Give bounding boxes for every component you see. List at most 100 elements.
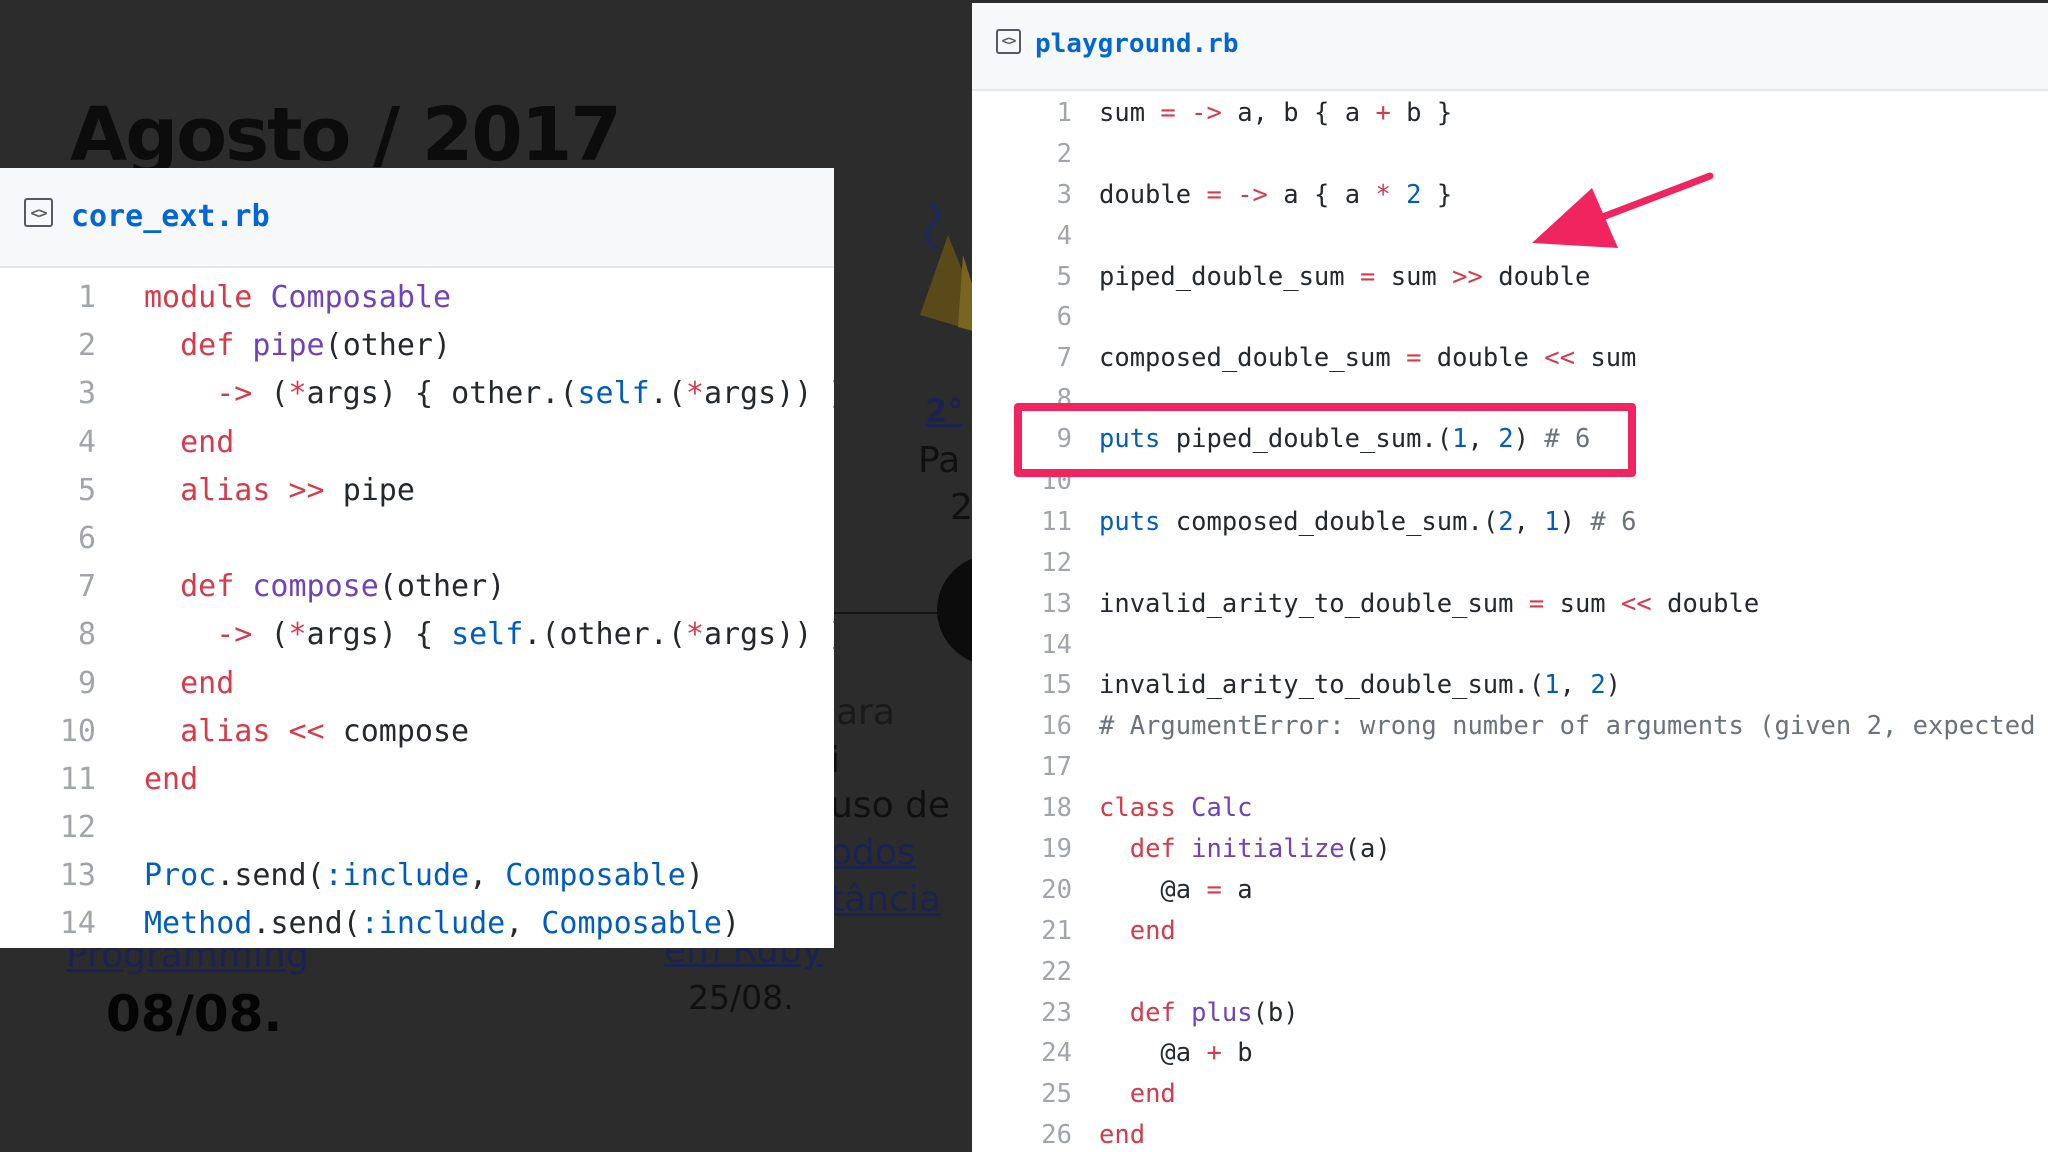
- line-number[interactable]: 7: [992, 338, 1072, 379]
- line-number[interactable]: 1: [992, 93, 1072, 134]
- code-line: 20 @a = a: [972, 870, 2048, 911]
- line-number[interactable]: 2: [20, 322, 96, 370]
- code-line: 7 composed_double_sum = double << sum: [972, 338, 2048, 379]
- line-number[interactable]: 13: [992, 584, 1072, 625]
- code-line: 4: [972, 216, 2048, 257]
- code-line: 1 module Composable: [0, 274, 834, 322]
- file-name[interactable]: core_ext.rb: [71, 199, 270, 234]
- code-line: 16 # ArgumentError: wrong number of argum…: [972, 706, 2048, 747]
- line-number[interactable]: 25: [992, 1074, 1072, 1115]
- line-number[interactable]: 11: [992, 502, 1072, 543]
- code-line: 17: [972, 747, 2048, 788]
- line-code: alias >> pipe: [180, 472, 415, 508]
- code-line: 15 invalid_arity_to_double_sum.(1, 2): [972, 665, 2048, 706]
- code-line: 25 end: [972, 1074, 2048, 1115]
- code-panel-playground: <> playground.rb 1 sum = -> a, b { a + b …: [972, 3, 2048, 1152]
- slide-title: Agosto / 2017: [70, 92, 622, 178]
- line-number[interactable]: 24: [992, 1033, 1072, 1074]
- line-number[interactable]: 6: [992, 297, 1072, 338]
- code-line: 12: [0, 804, 834, 852]
- badge-partial[interactable]: 2°: [925, 392, 963, 430]
- code-body: 1 module Composable 2 def pipe(other) 3 -> …: [0, 268, 834, 948]
- code-line: 26 end: [972, 1115, 2048, 1152]
- line-number[interactable]: 7: [20, 563, 96, 611]
- line-number[interactable]: 21: [992, 911, 1072, 952]
- line-code: Method.send(:include, Composable): [144, 906, 741, 942]
- line-code: -> (*args) { other.(self.(*args)) }: [216, 376, 834, 412]
- code-line: 14: [972, 625, 2048, 666]
- code-line: 24 @a + b: [972, 1033, 2048, 1074]
- slide-link-partial[interactable]: odos: [830, 832, 916, 873]
- code-line: 14 Method.send(:include, Composable): [0, 900, 834, 948]
- slide-link-partial[interactable]: tância: [830, 879, 941, 920]
- line-code: def plus(b): [1129, 997, 1299, 1028]
- code-line: 13 Proc.send(:include, Composable): [0, 852, 834, 900]
- file-header: <> core_ext.rb: [0, 168, 834, 268]
- line-number[interactable]: 23: [992, 993, 1072, 1034]
- line-number[interactable]: 18: [992, 788, 1072, 829]
- file-name[interactable]: playground.rb: [1035, 29, 1239, 59]
- code-line: 23 def plus(b): [972, 993, 2048, 1034]
- line-code: end: [1099, 1120, 1146, 1151]
- slide-text-partial: 2: [950, 487, 973, 528]
- line-number[interactable]: 20: [992, 870, 1072, 911]
- line-number[interactable]: 10: [20, 708, 96, 756]
- code-line: 6: [0, 515, 834, 563]
- line-number[interactable]: 6: [20, 515, 96, 563]
- line-number[interactable]: 14: [20, 900, 96, 948]
- line-number[interactable]: 11: [20, 756, 96, 804]
- line-code: alias << compose: [180, 713, 470, 749]
- line-number[interactable]: 9: [20, 660, 96, 708]
- line-number[interactable]: 16: [992, 706, 1072, 747]
- line-number[interactable]: 8: [20, 611, 96, 659]
- line-code: invalid_arity_to_double_sum = sum << dou…: [1099, 588, 1760, 619]
- line-number[interactable]: 14: [992, 625, 1072, 666]
- line-code: -> (*args) { self.(other.(*args)) }: [216, 617, 834, 653]
- line-code: sum = -> a, b { a + b }: [1099, 98, 1453, 128]
- line-number[interactable]: 5: [20, 467, 96, 515]
- line-code: @a + b: [1160, 1038, 1253, 1069]
- line-number[interactable]: 19: [992, 829, 1072, 870]
- line-code: end: [180, 665, 235, 701]
- line-code: end: [1129, 915, 1176, 946]
- line-number[interactable]: 12: [20, 804, 96, 852]
- highlighted-code-line: 9 puts piped_double_sum.(1, 2) # 6: [1014, 415, 1636, 463]
- code-line: 21 end: [972, 911, 2048, 952]
- line-code: @a = a: [1160, 874, 1253, 905]
- line-number[interactable]: 3: [20, 370, 96, 418]
- line-code: puts piped_double_sum.(1, 2) # 6: [1099, 424, 1591, 454]
- line-number[interactable]: 26: [992, 1115, 1072, 1152]
- slide-text-partial: Pa: [918, 440, 961, 481]
- code-line: 5 alias >> pipe: [0, 467, 834, 515]
- code-line: 5 piped_double_sum = sum >> double: [972, 257, 2048, 298]
- line-code: double = -> a { a * 2 }: [1099, 179, 1453, 210]
- line-code: # ArgumentError: wrong number of argumen…: [1099, 711, 2048, 742]
- code-line: 2: [972, 134, 2048, 175]
- line-number[interactable]: 4: [992, 216, 1072, 257]
- line-number[interactable]: 22: [992, 952, 1072, 993]
- line-code: module Composable: [144, 280, 452, 315]
- line-number[interactable]: 13: [20, 852, 96, 900]
- code-panel-core-ext: <> core_ext.rb 1 module Composable 2 def p…: [0, 168, 834, 948]
- code-file-icon: <>: [24, 198, 53, 227]
- line-number[interactable]: 3: [992, 175, 1072, 216]
- line-number[interactable]: 2: [992, 134, 1072, 175]
- code-line: 8 -> (*args) { self.(other.(*args)) }: [0, 611, 834, 659]
- code-line: 22: [972, 952, 2048, 993]
- line-code: def initialize(a): [1129, 834, 1391, 865]
- line-number[interactable]: 1: [20, 274, 96, 322]
- line-code: piped_double_sum = sum >> double: [1099, 261, 1591, 292]
- line-number[interactable]: 5: [992, 257, 1072, 298]
- slide-decorative-circle: [937, 555, 975, 665]
- line-number[interactable]: 9: [1034, 415, 1072, 463]
- line-code: end: [144, 761, 199, 797]
- line-code: def compose(other): [180, 569, 506, 605]
- code-line: 6: [972, 297, 2048, 338]
- code-line: 10 alias << compose: [0, 708, 834, 756]
- line-number[interactable]: 12: [992, 543, 1072, 584]
- code-line: 7 def compose(other): [0, 563, 834, 611]
- line-number[interactable]: 4: [20, 419, 96, 467]
- line-code: class Calc: [1099, 793, 1253, 824]
- line-number[interactable]: 15: [992, 665, 1072, 706]
- line-number[interactable]: 17: [992, 747, 1072, 788]
